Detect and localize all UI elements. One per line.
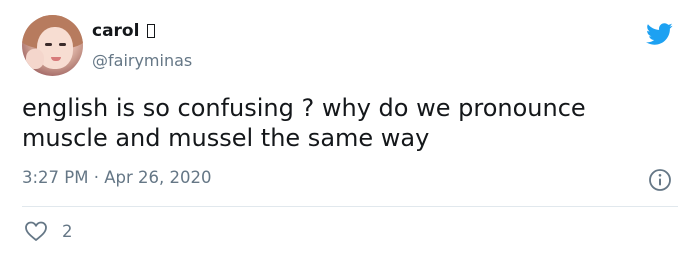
heart-icon bbox=[25, 221, 47, 241]
tweet-text: english is so confusing ? why do we pron… bbox=[22, 94, 586, 152]
tweet-date: Apr 26, 2020 bbox=[104, 168, 212, 187]
author-name-row[interactable]: carol bbox=[92, 20, 156, 42]
divider bbox=[22, 206, 678, 207]
avatar-eye-right bbox=[59, 43, 66, 46]
twitter-bird-icon[interactable] bbox=[643, 20, 675, 48]
timestamp-separator: · bbox=[93, 168, 99, 187]
info-icon[interactable] bbox=[648, 168, 672, 192]
like-button[interactable]: 2 bbox=[24, 220, 73, 242]
like-count: 2 bbox=[62, 221, 73, 241]
author-display-name[interactable]: carol bbox=[92, 21, 139, 41]
tweet-card: carol @fairyminas english is so confusin… bbox=[0, 0, 700, 257]
tweet-time: 3:27 PM bbox=[22, 168, 89, 187]
missing-glyph-icon bbox=[147, 24, 156, 38]
avatar-hand bbox=[26, 49, 44, 69]
avatar[interactable] bbox=[22, 15, 83, 76]
avatar-eye-left bbox=[45, 43, 52, 46]
tweet-timestamp[interactable]: 3:27 PM · Apr 26, 2020 bbox=[22, 168, 212, 187]
author-handle[interactable]: @fairyminas bbox=[92, 51, 192, 70]
